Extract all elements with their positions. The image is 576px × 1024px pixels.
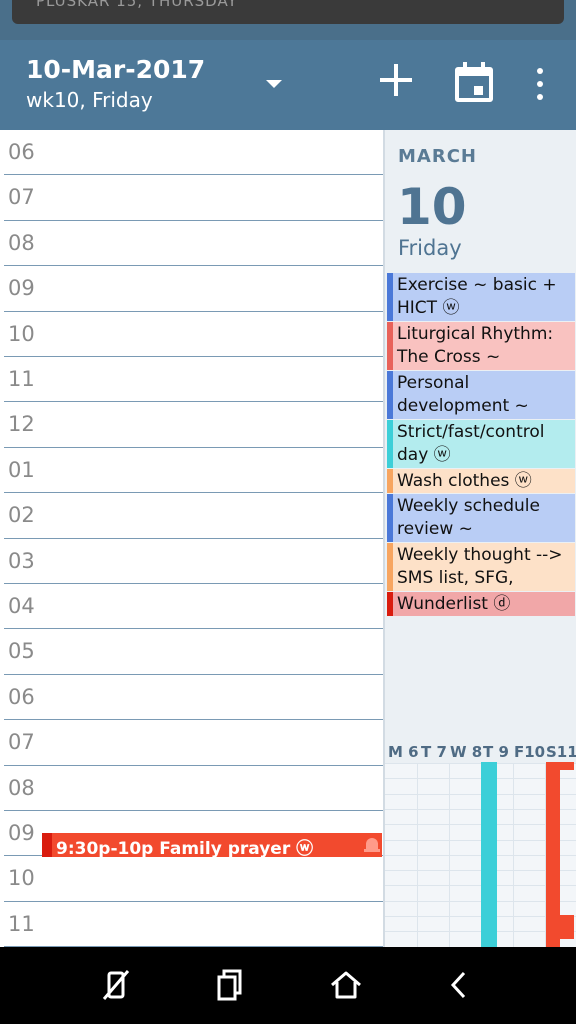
week-event-bar-cap [546, 762, 574, 770]
hour-row[interactable]: 07 [4, 720, 384, 766]
hour-row[interactable]: 04 [4, 584, 384, 630]
hour-label: 05 [8, 639, 35, 664]
hour-row[interactable]: 11 [4, 357, 384, 403]
hour-label: 10 [8, 866, 35, 891]
hour-label: 09 [8, 276, 35, 301]
home-icon[interactable] [326, 965, 366, 1005]
dropdown-icon[interactable] [266, 80, 282, 88]
agenda-event[interactable]: Weekly schedule review ~ Wunderlist, [387, 494, 575, 542]
hour-label: 06 [8, 140, 35, 164]
hour-row[interactable]: 10 [4, 856, 384, 902]
agenda-event[interactable]: Exercise ~ basic + HICT ⓦ [387, 273, 575, 321]
screen-rotate-off-icon[interactable] [96, 965, 136, 1005]
week-strip-labels: M 6T 7W 8T 9 F10 S11 [385, 743, 576, 763]
hour-row[interactable]: 09 [4, 266, 384, 312]
hour-row[interactable]: 08 [4, 221, 384, 267]
day-detail-panel: MARCH 10 Friday Exercise ~ basic + HICT … [385, 130, 576, 948]
day-event-family-prayer[interactable]: 9:30p-10p Family prayer ⓦ [42, 833, 382, 859]
week-day-label[interactable]: F10 [514, 743, 545, 761]
hour-row[interactable]: 06 [4, 675, 384, 721]
agenda-event[interactable]: Wunderlist ⓓ [387, 592, 575, 616]
hour-label: 06 [8, 684, 35, 709]
hour-row[interactable]: 12 [4, 402, 384, 448]
status-bar: PLUSKAR 15, THURSDAY [0, 0, 576, 40]
hour-row[interactable]: 03 [4, 539, 384, 584]
hour-row[interactable]: 06 [4, 130, 384, 176]
system-nav-bar [0, 947, 576, 1024]
day-name: Friday [398, 236, 462, 260]
app-bar: 10-Mar-2017 wk10, Friday [0, 40, 576, 130]
week-event-bar-saturday[interactable] [546, 762, 560, 947]
week-event-bar-tab [560, 915, 574, 939]
hour-label: 08 [8, 230, 35, 255]
hour-label: 10 [8, 321, 35, 346]
hour-label: 01 [8, 457, 35, 482]
week-grid-column [417, 763, 418, 947]
hour-label: 03 [8, 548, 35, 573]
notification-text: PLUSKAR 15, THURSDAY [36, 0, 238, 10]
agenda-event[interactable]: Weekly thought --> SMS list, SFG, [387, 543, 575, 591]
week-grid-column [513, 763, 514, 947]
back-icon[interactable] [440, 965, 480, 1005]
day-number: 10 [397, 178, 467, 236]
week-day-label[interactable]: T 7 [421, 743, 447, 761]
week-day-label[interactable]: S11 [546, 743, 576, 761]
hour-row[interactable]: 07 [4, 175, 384, 221]
agenda-event[interactable]: Strict/fast/control day ⓦ [387, 420, 575, 468]
hour-label: 12 [8, 412, 35, 437]
more-vert-icon[interactable] [528, 68, 552, 100]
hour-label: 11 [8, 911, 35, 936]
notification-strip: PLUSKAR 15, THURSDAY [12, 0, 564, 24]
hour-row[interactable]: 10 [4, 312, 384, 357]
week-event-bar-thursday[interactable] [481, 762, 497, 947]
month-label: MARCH [398, 146, 477, 167]
hour-label: 04 [8, 594, 35, 618]
hour-row[interactable]: 01 [4, 448, 384, 494]
hour-label: 09 [8, 821, 35, 845]
week-day-label[interactable]: M 6 [388, 743, 419, 761]
hour-row[interactable]: 11 [4, 902, 384, 948]
agenda-event[interactable]: Liturgical Rhythm: The Cross ~ [387, 322, 575, 370]
agenda-event[interactable]: Wash clothes ⓦ [387, 469, 575, 493]
hour-grid[interactable]: 06 07 08 09 10 11 12 01 02 03 04 05 06 07 08 09 10 11 [0, 130, 384, 948]
week-day-label[interactable]: T 9 [483, 743, 509, 761]
add-icon[interactable] [376, 60, 416, 100]
recent-apps-icon[interactable] [210, 965, 250, 1005]
hour-row[interactable]: 02 [4, 493, 384, 539]
hour-label: 08 [8, 775, 35, 800]
hour-row[interactable]: 05 [4, 629, 384, 675]
hour-label: 02 [8, 503, 35, 528]
agenda-event[interactable]: Personal development ~ [387, 371, 575, 419]
hour-label: 11 [8, 367, 35, 391]
bell-icon [364, 836, 380, 854]
hour-label: 07 [8, 730, 35, 755]
header-date[interactable]: 10-Mar-2017 [26, 55, 205, 84]
day-event-label: 9:30p-10p Family prayer ⓦ [56, 839, 314, 859]
today-calendar-icon[interactable] [455, 62, 493, 102]
header-week-day[interactable]: wk10, Friday [26, 88, 153, 112]
week-grid-column [449, 763, 450, 947]
hour-row[interactable]: 08 [4, 766, 384, 811]
hour-label: 07 [8, 185, 35, 210]
week-day-label[interactable]: W 8 [450, 743, 482, 761]
